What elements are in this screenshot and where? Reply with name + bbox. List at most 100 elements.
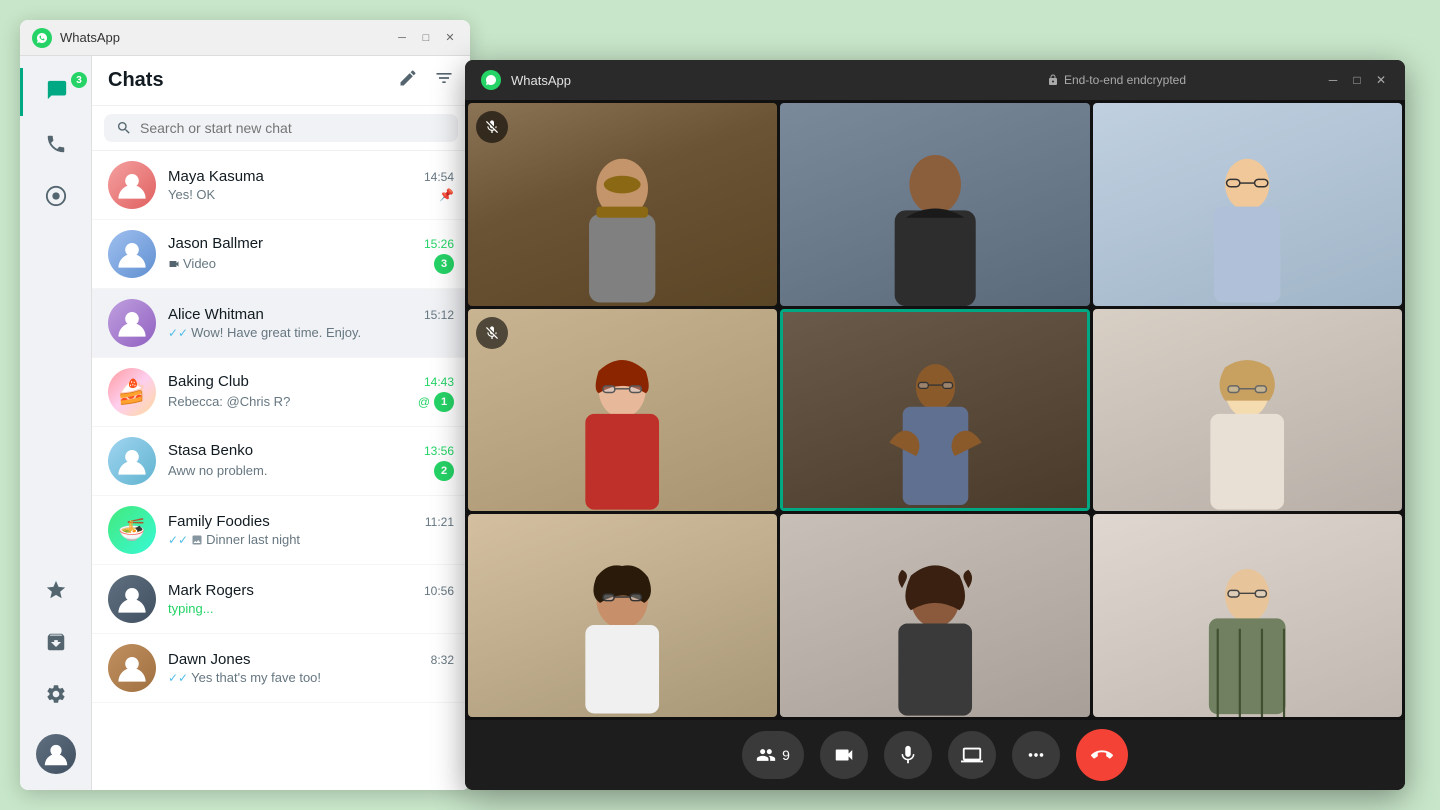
video-cell-8 [780, 514, 1089, 717]
person-4-silhouette [483, 349, 761, 511]
main-title-bar: WhatsApp ─ □ ✕ [20, 20, 470, 56]
sidebar-item-calls[interactable] [32, 120, 80, 168]
chat-name-dawn: Dawn Jones [168, 651, 251, 668]
end-call-button[interactable] [1076, 729, 1128, 781]
call-app-title: WhatsApp [511, 73, 908, 88]
chat-item-alice[interactable]: Alice Whitman 15:12 ✓✓ Wow! Have great t… [92, 289, 470, 358]
screen-share-icon [961, 744, 983, 766]
sidebar-item-settings[interactable] [32, 670, 80, 718]
video-cell-9 [1093, 514, 1402, 717]
chat-item-baking[interactable]: 🍰 Baking Club 14:43 Rebecca: @Chris R? @… [92, 358, 470, 427]
lock-icon [1047, 74, 1059, 86]
chat-info-alice: Alice Whitman 15:12 ✓✓ Wow! Have great t… [168, 306, 454, 340]
chat-item-stasa[interactable]: Stasa Benko 13:56 Aww no problem. 2 [92, 427, 470, 496]
chat-panel-header: Chats [92, 56, 470, 106]
more-options-icon [1025, 744, 1047, 766]
chat-info-dawn: Dawn Jones 8:32 ✓✓ Yes that's my fave to… [168, 651, 454, 685]
search-icon [116, 120, 132, 136]
filter-icon[interactable] [434, 68, 454, 93]
chat-item-dawn[interactable]: Dawn Jones 8:32 ✓✓ Yes that's my fave to… [92, 634, 470, 703]
new-chat-icon[interactable] [398, 68, 418, 93]
search-input[interactable] [140, 120, 446, 136]
video-call-window: WhatsApp End-to-end endcrypted ─ □ ✕ [465, 60, 1405, 790]
video-toggle-button[interactable] [820, 731, 868, 779]
video-cell-7 [468, 514, 777, 717]
encryption-text: End-to-end endcrypted [1064, 73, 1186, 87]
chat-name-family: Family Foodies [168, 513, 270, 530]
chat-time-maya: 14:54 [424, 170, 454, 184]
avatar-maya [108, 161, 156, 209]
sidebar-item-chats[interactable]: 3 [20, 68, 91, 116]
chat-item-family[interactable]: 🍜 Family Foodies 11:21 ✓✓ Dinner last ni… [92, 496, 470, 565]
image-icon-family [191, 534, 203, 546]
more-options-button[interactable] [1012, 731, 1060, 779]
avatar-mark [108, 575, 156, 623]
chat-preview-maya: Yes! OK [168, 187, 215, 202]
chat-name-maya: Maya Kasuma [168, 168, 264, 185]
participants-button[interactable]: 9 [742, 731, 804, 779]
video-camera-icon [833, 744, 855, 766]
user-avatar[interactable] [32, 730, 80, 778]
chat-name-mark: Mark Rogers [168, 582, 254, 599]
chat-time-jason: 15:26 [424, 237, 454, 251]
sidebar-item-status[interactable] [32, 172, 80, 220]
chat-panel: Chats [92, 56, 470, 790]
call-maximize-button[interactable]: □ [1349, 72, 1365, 88]
main-window-controls: ─ □ ✕ [394, 30, 458, 46]
person-3-silhouette [1108, 144, 1386, 306]
chat-name-stasa: Stasa Benko [168, 442, 253, 459]
video-cell-1 [468, 103, 777, 306]
whatsapp-main-window: WhatsApp ─ □ ✕ 3 [20, 20, 470, 790]
person-9-silhouette [1108, 555, 1386, 717]
chat-info-stasa: Stasa Benko 13:56 Aww no problem. 2 [168, 442, 454, 481]
sidebar-item-starred[interactable] [32, 566, 80, 614]
video-cell-4 [468, 309, 777, 512]
chat-item-maya[interactable]: Maya Kasuma 14:54 Yes! OK 📌 [92, 151, 470, 220]
sidebar-item-archive[interactable] [32, 618, 80, 666]
chat-info-mark: Mark Rogers 10:56 typing... [168, 582, 454, 616]
chat-item-jason[interactable]: Jason Ballmer 15:26 Video 3 [92, 220, 470, 289]
chat-time-dawn: 8:32 [431, 653, 454, 667]
sidebar: 3 [20, 56, 92, 790]
chat-preview-family: ✓✓ Dinner last night [168, 532, 300, 547]
chat-list: Maya Kasuma 14:54 Yes! OK 📌 [92, 151, 470, 790]
avatar-jason [108, 230, 156, 278]
chat-time-mark: 10:56 [424, 584, 454, 598]
chat-info-baking: Baking Club 14:43 Rebecca: @Chris R? @ 1 [168, 373, 454, 412]
screen-share-button[interactable] [948, 731, 996, 779]
chat-preview-jason: Video [168, 256, 216, 271]
search-input-wrap[interactable] [104, 114, 458, 142]
avatar-family: 🍜 [108, 506, 156, 554]
microphone-button[interactable] [884, 731, 932, 779]
end-call-icon [1091, 744, 1113, 766]
search-bar [92, 106, 470, 151]
chat-info-family: Family Foodies 11:21 ✓✓ Dinner last nigh… [168, 513, 454, 547]
video-cell-3 [1093, 103, 1402, 306]
chat-time-baking: 14:43 [424, 375, 454, 389]
chat-item-mark[interactable]: Mark Rogers 10:56 typing... [92, 565, 470, 634]
app-body: 3 [20, 56, 470, 790]
person-8-silhouette [796, 555, 1074, 717]
unread-badge-jason: 3 [434, 254, 454, 274]
video-cell-5 [780, 309, 1089, 512]
double-check-family: ✓✓ [168, 533, 188, 547]
participants-count: 9 [782, 747, 790, 763]
chat-preview-mark: typing... [168, 601, 214, 616]
person-1-silhouette [483, 144, 761, 306]
chat-info-jason: Jason Ballmer 15:26 Video 3 [168, 235, 454, 274]
chat-time-family: 11:21 [425, 515, 454, 529]
call-window-controls: ─ □ ✕ [1325, 72, 1389, 88]
minimize-button[interactable]: ─ [394, 30, 410, 46]
call-minimize-button[interactable]: ─ [1325, 72, 1341, 88]
call-close-button[interactable]: ✕ [1373, 72, 1389, 88]
unread-badge-stasa: 2 [434, 461, 454, 481]
maximize-button[interactable]: □ [418, 30, 434, 46]
chat-preview-alice: ✓✓ Wow! Have great time. Enjoy. [168, 325, 361, 340]
chat-name-baking: Baking Club [168, 373, 249, 390]
chat-preview-baking: Rebecca: @Chris R? [168, 394, 290, 409]
chat-preview-dawn: ✓✓ Yes that's my fave too! [168, 670, 321, 685]
mention-icon-baking: @ [418, 395, 430, 409]
call-wa-icon [481, 70, 501, 90]
double-check-alice: ✓✓ [168, 326, 188, 340]
close-button[interactable]: ✕ [442, 30, 458, 46]
